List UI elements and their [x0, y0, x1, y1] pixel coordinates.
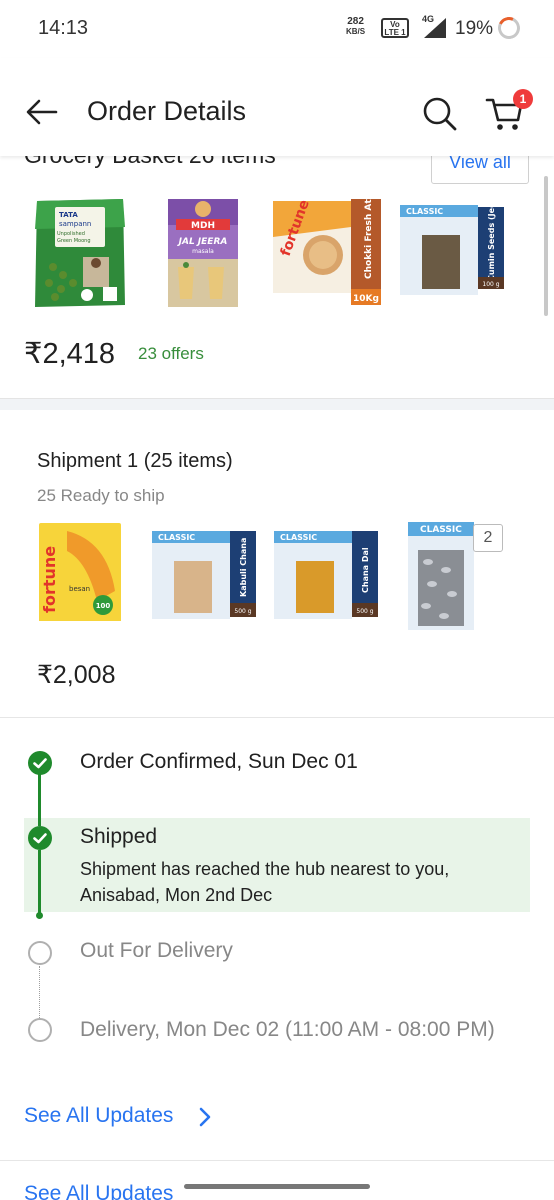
- product-image: CLASSIC Kabuli Chana 500 g: [152, 531, 256, 619]
- desc-label: masala: [192, 248, 214, 255]
- brand-label: fortune: [40, 546, 59, 613]
- timeline-connector: [39, 966, 40, 1018]
- brand-label: TATA: [59, 211, 78, 219]
- timeline-step-confirmed: Order Confirmed, Sun Dec 01: [80, 750, 358, 773]
- shipment-product-1[interactable]: fortune besan 100: [37, 521, 123, 638]
- brand-label: CLASSIC: [280, 533, 317, 542]
- timeline-progress-dot: [36, 912, 43, 919]
- product-image: fortune Chokki Fresh Atta 10Kg: [273, 189, 381, 305]
- check-icon: [28, 826, 52, 850]
- signal-icon: 4G: [420, 14, 448, 45]
- sub-label: Cumin Seeds (Jeera): [487, 201, 496, 281]
- desc-label: 10Kg: [353, 294, 379, 304]
- speed-value: 282: [347, 16, 364, 27]
- pending-circle-icon: [28, 1018, 52, 1042]
- status-bar: 14:13 282 KB/S Vo LTE 1 4G 19%: [0, 0, 554, 58]
- svg-text:Unpolished: Unpolished: [57, 231, 85, 237]
- brand-label: CLASSIC: [406, 207, 443, 216]
- sub-label: Chokki Fresh Atta: [364, 197, 374, 279]
- sub-label: JAL JEERA: [177, 237, 228, 247]
- volte-icon: Vo LTE 1: [381, 18, 409, 38]
- battery-percent: 19%: [455, 18, 494, 39]
- basket-product-1[interactable]: TATA sampann Unpolished Green Moong: [33, 197, 127, 314]
- sub-label: Chana Dal: [361, 547, 370, 593]
- shipment-product-3[interactable]: CLASSIC Chana Dal 500 g: [270, 527, 382, 630]
- sub-label: besan: [69, 585, 90, 593]
- check-icon: [28, 751, 52, 775]
- clock: 14:13: [38, 17, 89, 39]
- basket-product-3[interactable]: fortune Chokki Fresh Atta 10Kg: [271, 189, 383, 314]
- speed-unit: KB/S: [346, 27, 366, 36]
- search-icon[interactable]: [420, 94, 460, 134]
- product-image: CLASSIC Cumin Seeds (Jeera) 100 g: [400, 190, 504, 295]
- divider: [0, 717, 554, 718]
- desc-label: 500 g: [234, 608, 251, 615]
- basket-product-2[interactable]: MDH JAL JEERA masala: [166, 197, 240, 314]
- section-separator: [0, 398, 554, 410]
- shipped-detail: Shipment has reached the hub nearest to …: [80, 859, 450, 905]
- desc-label: 500 g: [356, 608, 373, 615]
- more-items-count[interactable]: 2: [473, 524, 503, 552]
- divider: [0, 1160, 554, 1161]
- network-speed: 282 KB/S: [346, 17, 365, 37]
- network-type: 4G: [422, 14, 435, 24]
- timeline-step-shipped: Shipped: [80, 825, 158, 848]
- timeline-connector: [38, 774, 41, 826]
- page-title: Order Details: [87, 96, 247, 126]
- shipment-product-4[interactable]: CLASSIC: [406, 520, 476, 637]
- shipment-title: Shipment 1 (25 items): [37, 450, 233, 472]
- svg-text:Green Moong: Green Moong: [57, 238, 91, 244]
- back-arrow-icon[interactable]: [22, 94, 62, 130]
- brand-label: CLASSIC: [158, 533, 195, 542]
- shipment-status: 25 Ready to ship: [37, 486, 165, 505]
- basket-price: ₹2,418: [24, 338, 116, 370]
- order-details-page: Grocery Basket 26 items View all TATA sa…: [0, 0, 554, 1200]
- see-all-updates-link-peek[interactable]: See All Updates: [24, 1182, 173, 1200]
- product-image: CLASSIC Chana Dal 500 g: [274, 531, 378, 619]
- app-bar: Order Details: [0, 58, 554, 156]
- basket-product-4[interactable]: CLASSIC Cumin Seeds (Jeera) 100 g: [396, 190, 508, 306]
- sub-label: sampann: [59, 220, 91, 228]
- home-indicator[interactable]: [184, 1184, 370, 1189]
- sub-label: Kabuli Chana: [239, 538, 248, 597]
- scrollbar[interactable]: [544, 176, 548, 316]
- timeline-step-delivery: Delivery, Mon Dec 02 (11:00 AM - 08:00 P…: [80, 1018, 495, 1041]
- see-all-updates-link[interactable]: See All Updates: [24, 1104, 173, 1128]
- product-image: CLASSIC: [408, 522, 474, 630]
- chevron-right-icon[interactable]: [198, 1106, 212, 1133]
- battery-icon: [494, 13, 524, 43]
- shipment-product-2[interactable]: CLASSIC Kabuli Chana 500 g: [148, 527, 260, 630]
- brand-label: MDH: [191, 221, 215, 231]
- cart-count-badge: 1: [513, 89, 533, 109]
- timeline-step-out-for-delivery: Out For Delivery: [80, 939, 233, 962]
- desc-label: 100 g: [482, 281, 499, 288]
- product-image: fortune besan 100: [39, 523, 121, 631]
- product-image: MDH JAL JEERA masala: [168, 199, 238, 307]
- offers-link[interactable]: 23 offers: [138, 344, 204, 364]
- product-image: TATA sampann Unpolished Green Moong: [35, 199, 125, 307]
- brand-label: CLASSIC: [420, 525, 462, 535]
- shipment-price: ₹2,008: [37, 661, 116, 689]
- pending-circle-icon: [28, 941, 52, 965]
- timeline-connector: [38, 850, 41, 914]
- desc-label: 100: [96, 602, 111, 610]
